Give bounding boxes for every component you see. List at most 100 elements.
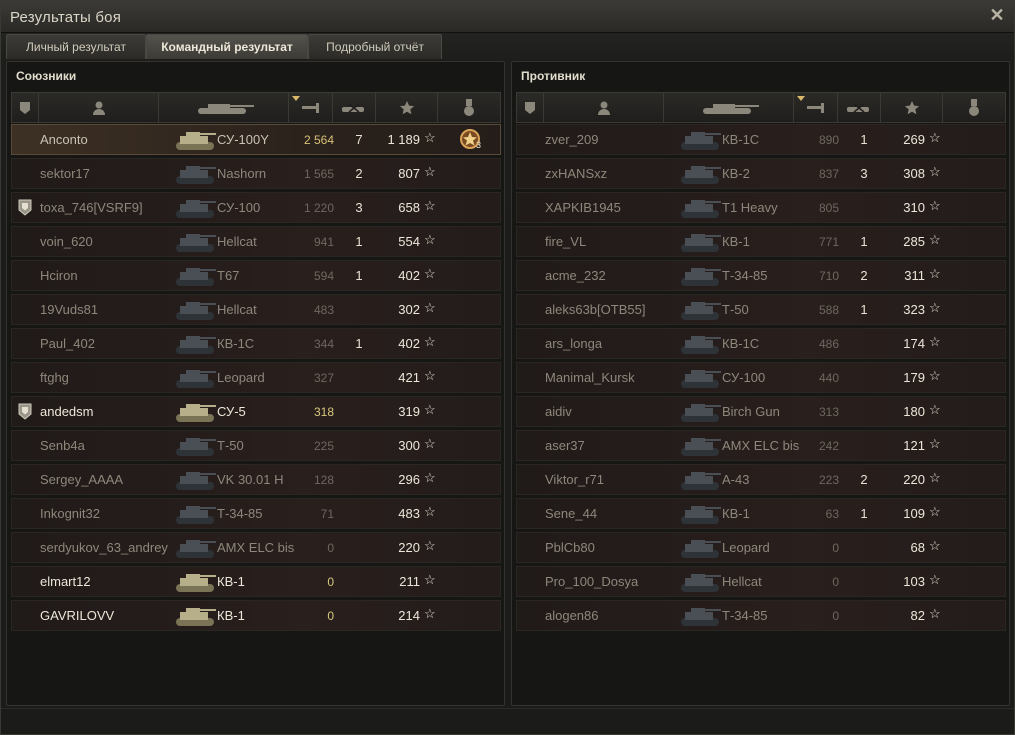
table-row[interactable]: Sene_44 КВ-1 63 1 109 ☆ [516, 498, 1006, 529]
xp-value: 302 [398, 302, 420, 317]
table-row[interactable]: aidiv Birch Gun 313 180 ☆ [516, 396, 1006, 427]
battle-results-window: Результаты боя ✕ Личный результат Команд… [0, 0, 1015, 735]
tank-icon [677, 399, 723, 425]
table-row[interactable]: Paul_402 КВ-1С 344 1 402 ☆ [11, 328, 501, 359]
title-bar: Результаты боя ✕ [1, 1, 1014, 33]
column-header-kills[interactable] [838, 93, 881, 122]
player-name: aser37 [545, 438, 585, 453]
table-row[interactable]: toxa_746[VSRF9] СУ-100 1 220 3 658 ☆ [11, 192, 501, 223]
damage-value: 223 [818, 473, 839, 487]
column-header-xp[interactable] [881, 93, 943, 122]
damage-value: 0 [832, 609, 839, 623]
table-row[interactable]: andedsm СУ-5 318 319 ☆ [11, 396, 501, 427]
tank-name: Hellcat [722, 574, 762, 589]
table-row[interactable]: PblCb80 Leopard 0 68 ☆ [516, 532, 1006, 563]
xp-value: 103 [903, 574, 925, 589]
column-header-tank[interactable] [159, 93, 289, 122]
player-name: XAPKIB1945 [545, 200, 621, 215]
footer [1, 708, 1014, 734]
xp-value: 220 [903, 472, 925, 487]
damage-value: 588 [818, 303, 839, 317]
tank-name: Nashorn [217, 166, 267, 181]
medal-icon[interactable]: 3 [459, 128, 485, 152]
player-name: PblCb80 [545, 540, 595, 555]
table-row[interactable]: zxHANSxz КВ-2 837 3 308 ☆ [516, 158, 1006, 189]
player-name: elmart12 [40, 574, 91, 589]
player-name: Manimal_Kursk [545, 370, 635, 385]
tab-personal[interactable]: Личный результат [6, 34, 146, 59]
tab-team[interactable]: Командный результат [146, 34, 308, 59]
table-row[interactable]: Manimal_Kursk СУ-100 440 179 ☆ [516, 362, 1006, 393]
table-row[interactable]: Senb4a Т-50 225 300 ☆ [11, 430, 501, 461]
xp-value: 658 [398, 200, 420, 215]
column-header-xp[interactable] [376, 93, 438, 122]
table-row[interactable]: GAVRILOVV КВ-1 0 214 ☆ [11, 600, 501, 631]
xp-value: 311 [904, 268, 925, 283]
table-row[interactable]: ftghg Leopard 327 421 ☆ [11, 362, 501, 393]
damage-value: 440 [818, 371, 839, 385]
xp-value: 121 [903, 438, 925, 453]
tank-name: Т-34-85 [722, 608, 768, 623]
table-row[interactable]: Pro_100_Dosya Hellcat 0 103 ☆ [516, 566, 1006, 597]
column-header-damage[interactable] [794, 93, 838, 122]
table-row[interactable]: voin_620 Hellcat 941 1 554 ☆ [11, 226, 501, 257]
column-header-kills[interactable] [333, 93, 376, 122]
table-row[interactable]: fire_VL КВ-1 771 1 285 ☆ [516, 226, 1006, 257]
table-row[interactable]: serdyukov_63_andrey AMX ELC bis 0 220 ☆ [11, 532, 501, 563]
tank-icon [172, 535, 218, 561]
table-row[interactable]: alogen86 Т-34-85 0 82 ☆ [516, 600, 1006, 631]
player-name: Anconto [40, 132, 88, 147]
column-header-medal[interactable] [438, 93, 500, 122]
player-name: acme_232 [545, 268, 606, 283]
damage-value: 63 [825, 507, 839, 521]
platoon-icon [524, 101, 536, 115]
tank-name: Т-50 [722, 302, 749, 317]
tank-icon [677, 161, 723, 187]
table-row[interactable]: acme_232 Т-34-85 710 2 311 ☆ [516, 260, 1006, 291]
player-name: Paul_402 [40, 336, 95, 351]
column-header-player[interactable] [544, 93, 664, 122]
table-row[interactable]: Hciron T67 594 1 402 ☆ [11, 260, 501, 291]
table-row[interactable]: XAPKIB1945 T1 Heavy 805 310 ☆ [516, 192, 1006, 223]
table-row[interactable]: Sergey_AAAA VK 30.01 H 128 296 ☆ [11, 464, 501, 495]
xp-value: 269 [903, 132, 925, 147]
table-row[interactable]: zver_209 КВ-1С 890 1 269 ☆ [516, 124, 1006, 155]
star-icon: ☆ [929, 606, 941, 621]
tab-detailed[interactable]: Подробный отчёт [308, 34, 442, 59]
table-row[interactable]: Viktor_r71 А-43 223 2 220 ☆ [516, 464, 1006, 495]
table-row[interactable]: 19Vuds81 Hellcat 483 302 ☆ [11, 294, 501, 325]
tank-name: КВ-1С [722, 336, 760, 351]
column-header-medal[interactable] [943, 93, 1005, 122]
player-name: voin_620 [40, 234, 93, 249]
table-row[interactable]: elmart12 КВ-1 0 211 ☆ [11, 566, 501, 597]
platoon-icon [18, 199, 32, 217]
column-header-player[interactable] [39, 93, 159, 122]
tank-icon [677, 603, 723, 629]
player-name: Senb4a [40, 438, 85, 453]
column-header-platoon[interactable] [12, 93, 39, 122]
close-icon[interactable]: ✕ [988, 6, 1006, 24]
damage-value: 344 [313, 337, 334, 351]
table-row[interactable]: Anconto СУ-100Y 2 564 7 1 189 ☆ 3 [11, 124, 501, 155]
column-header-tank[interactable] [664, 93, 794, 122]
table-row[interactable]: aleks63b[OTB55] Т-50 588 1 323 ☆ [516, 294, 1006, 325]
column-header-platoon[interactable] [517, 93, 544, 122]
table-row[interactable]: ars_longa КВ-1С 486 174 ☆ [516, 328, 1006, 359]
table-row[interactable]: sektor17 Nashorn 1 565 2 807 ☆ [11, 158, 501, 189]
kills-value: 1 [355, 336, 363, 351]
tank-name: Leopard [722, 540, 770, 555]
player-name: 19Vuds81 [40, 302, 99, 317]
table-row[interactable]: aser37 AMX ELC bis 242 121 ☆ [516, 430, 1006, 461]
tank-name: Leopard [217, 370, 265, 385]
star-icon: ☆ [424, 606, 436, 621]
star-icon: ☆ [929, 334, 941, 349]
xp-value: 68 [910, 540, 925, 555]
tank-name: Hellcat [217, 302, 257, 317]
star-icon: ☆ [929, 300, 941, 315]
xp-value: 319 [398, 404, 420, 419]
table-row[interactable]: Inkognit32 Т-34-85 71 483 ☆ [11, 498, 501, 529]
kills-value: 1 [860, 506, 868, 521]
tank-name: КВ-1С [217, 336, 255, 351]
column-header-damage[interactable] [289, 93, 333, 122]
damage-value: 483 [313, 303, 334, 317]
